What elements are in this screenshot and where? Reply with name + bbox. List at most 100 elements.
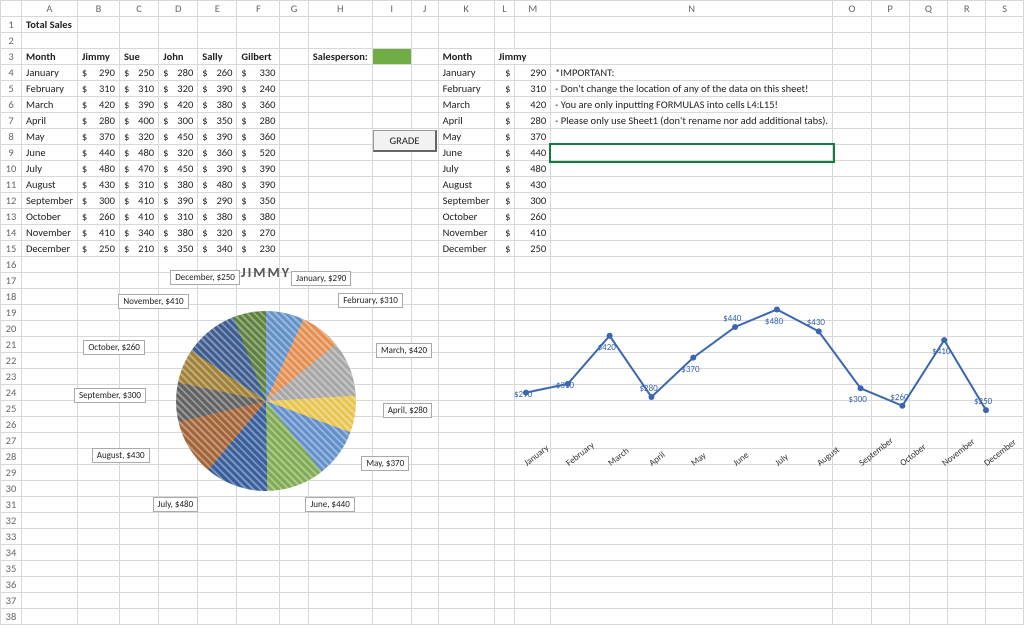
sales-jimmy-5[interactable]: $440 <box>77 145 119 161</box>
cell-I10[interactable] <box>372 161 411 177</box>
cell-M1[interactable] <box>515 17 551 33</box>
cell-S6[interactable] <box>986 97 1024 113</box>
cell-H2[interactable] <box>308 33 372 49</box>
sales-sally-11[interactable]: $340 <box>198 241 237 257</box>
sales-gilbert-5[interactable]: $520 <box>237 145 280 161</box>
cell-K37[interactable] <box>438 593 494 609</box>
cell-N15[interactable] <box>551 241 833 257</box>
cell-Q11[interactable] <box>909 177 948 193</box>
cell-S38[interactable] <box>986 609 1024 625</box>
cell-R14[interactable] <box>948 225 986 241</box>
col-header-G[interactable]: G <box>280 1 308 17</box>
row-header-25[interactable]: 25 <box>1 401 22 417</box>
cell-P12[interactable] <box>871 193 909 209</box>
cell-N1[interactable] <box>551 17 833 33</box>
row-header-2[interactable]: 2 <box>1 33 22 49</box>
cell-R35[interactable] <box>948 561 986 577</box>
sales-gilbert-8[interactable]: $350 <box>237 193 280 209</box>
cell-I6[interactable] <box>372 97 411 113</box>
sales-sue-9[interactable]: $410 <box>119 209 158 225</box>
sales-gilbert-0[interactable]: $330 <box>237 65 280 81</box>
cell-H6[interactable] <box>308 97 372 113</box>
cell-C38[interactable] <box>119 609 158 625</box>
cell-J10[interactable] <box>411 161 438 177</box>
cell-A34[interactable] <box>21 545 77 561</box>
cell-I33[interactable] <box>372 529 411 545</box>
sales-sally-10[interactable]: $320 <box>198 225 237 241</box>
month-5[interactable]: June <box>21 145 77 161</box>
cell-P5[interactable] <box>871 81 909 97</box>
sales-sally-1[interactable]: $390 <box>198 81 237 97</box>
cell-R2[interactable] <box>948 33 986 49</box>
cell-O1[interactable] <box>833 17 872 33</box>
cell-O10[interactable] <box>833 161 872 177</box>
cell-P15[interactable] <box>871 241 909 257</box>
cell-H38[interactable] <box>308 609 372 625</box>
cell-N8[interactable] <box>551 129 833 145</box>
right-month-2[interactable]: March <box>438 97 494 113</box>
sales-jimmy-4[interactable]: $370 <box>77 129 119 145</box>
cell-P36[interactable] <box>871 577 909 593</box>
cell-O2[interactable] <box>833 33 872 49</box>
col-header-R[interactable]: R <box>948 1 986 17</box>
cell-R37[interactable] <box>948 593 986 609</box>
cell-B31[interactable] <box>77 497 119 513</box>
cell-H32[interactable] <box>308 513 372 529</box>
cell-R38[interactable] <box>948 609 986 625</box>
cell-G31[interactable] <box>280 497 308 513</box>
cell-N2[interactable] <box>551 33 833 49</box>
note-line3[interactable]: - Please only use Sheet1 (don't rename n… <box>551 113 833 129</box>
cell-D37[interactable] <box>159 593 198 609</box>
col-header-N[interactable]: N <box>551 1 833 17</box>
cell-P11[interactable] <box>871 177 909 193</box>
cell-Q35[interactable] <box>909 561 948 577</box>
right-month-1[interactable]: February <box>438 81 494 97</box>
cell-Q34[interactable] <box>909 545 948 561</box>
cell-P35[interactable] <box>871 561 909 577</box>
cell-H4[interactable] <box>308 65 372 81</box>
row-header-10[interactable]: 10 <box>1 161 22 177</box>
sales-jimmy-11[interactable]: $250 <box>77 241 119 257</box>
cell-H14[interactable] <box>308 225 372 241</box>
row-header-37[interactable]: 37 <box>1 593 22 609</box>
sales-gilbert-6[interactable]: $390 <box>237 161 280 177</box>
col-header-A[interactable]: A <box>21 1 77 17</box>
cell-F31[interactable] <box>237 497 280 513</box>
cell-G8[interactable] <box>280 129 308 145</box>
sales-jimmy-8[interactable]: $300 <box>77 193 119 209</box>
row-header-4[interactable]: 4 <box>1 65 22 81</box>
row-header-11[interactable]: 11 <box>1 177 22 193</box>
cell-E38[interactable] <box>198 609 237 625</box>
cell-I32[interactable] <box>372 513 411 529</box>
cell-H5[interactable] <box>308 81 372 97</box>
cell-L17[interactable] <box>494 273 515 289</box>
cell-S16[interactable] <box>986 257 1024 273</box>
cell-J36[interactable] <box>411 577 438 593</box>
cell-C36[interactable] <box>119 577 158 593</box>
cell-O36[interactable] <box>833 577 872 593</box>
cell-S13[interactable] <box>986 209 1024 225</box>
cell-L7[interactable]: $ <box>494 113 515 129</box>
cell-L32[interactable] <box>494 513 515 529</box>
cell-O14[interactable] <box>833 225 872 241</box>
cell-P2[interactable] <box>871 33 909 49</box>
month-10[interactable]: November <box>21 225 77 241</box>
cell-I36[interactable] <box>372 577 411 593</box>
cell-M36[interactable] <box>515 577 551 593</box>
cell-F32[interactable] <box>237 513 280 529</box>
cell-M35[interactable] <box>515 561 551 577</box>
cell-Q5[interactable] <box>909 81 948 97</box>
cell-H15[interactable] <box>308 241 372 257</box>
cell-L23[interactable] <box>494 369 515 385</box>
cell-P16[interactable] <box>871 257 909 273</box>
cell-I13[interactable] <box>372 209 411 225</box>
cell-G1[interactable] <box>280 17 308 33</box>
row-header-21[interactable]: 21 <box>1 337 22 353</box>
cell-Q3[interactable] <box>909 49 948 65</box>
cell-E35[interactable] <box>198 561 237 577</box>
cell-B37[interactable] <box>77 593 119 609</box>
cell-J11[interactable] <box>411 177 438 193</box>
note-line1[interactable]: - Don't change the location of any of th… <box>551 81 833 97</box>
cell-G36[interactable] <box>280 577 308 593</box>
cell-G7[interactable] <box>280 113 308 129</box>
